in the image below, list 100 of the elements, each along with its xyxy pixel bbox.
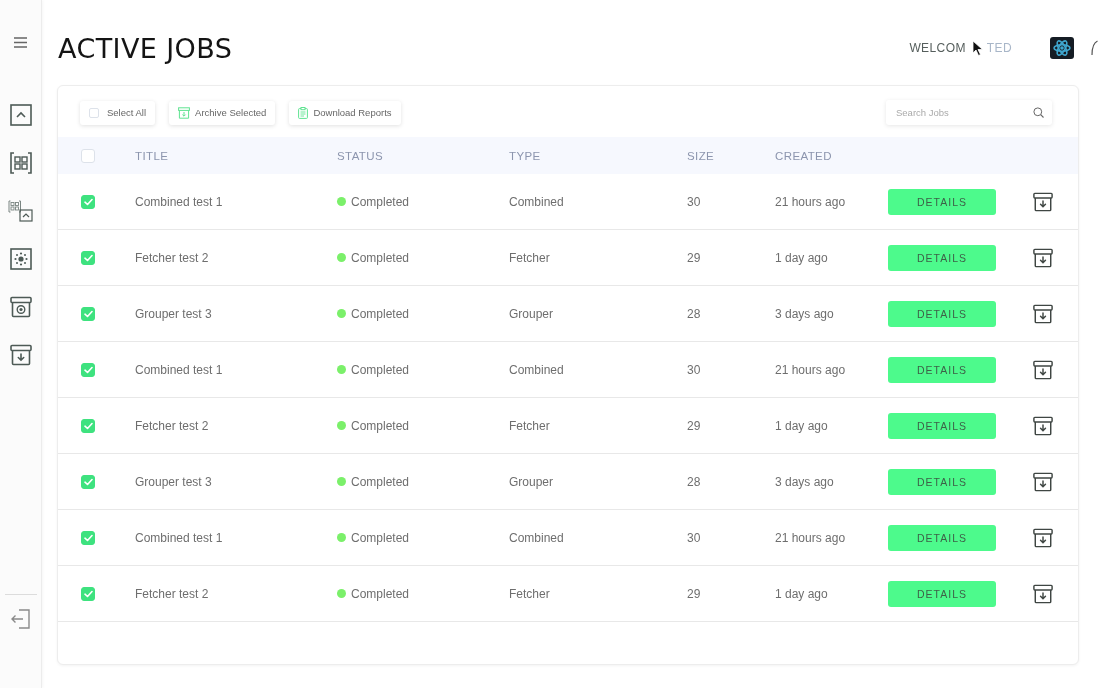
table-cell: Combined test 1 — [135, 362, 223, 377]
archive-icon — [178, 106, 191, 119]
table-cell: Fetcher test 2 — [135, 586, 209, 601]
archive-icon[interactable] — [1033, 471, 1053, 492]
table-cell: Fetcher — [509, 250, 550, 265]
table-cell: 21 hours ago — [775, 362, 846, 377]
archive-icon[interactable] — [1033, 303, 1053, 324]
cursor-icon — [971, 39, 985, 57]
header-checkbox[interactable] — [81, 148, 95, 163]
archive-selected-button[interactable]: Archive Selected — [169, 100, 276, 125]
logo-icon[interactable] — [1050, 37, 1074, 59]
details-button[interactable]: DETAILS — [888, 356, 996, 383]
table-cell: 30 — [687, 362, 701, 377]
archive-icon[interactable] — [1033, 583, 1053, 604]
archive-icon[interactable] — [1033, 527, 1053, 548]
table-cell: 3 days ago — [775, 474, 834, 489]
archive-icon[interactable] — [1033, 359, 1053, 380]
status-dot-icon — [337, 533, 346, 542]
logout-icon[interactable] — [10, 609, 31, 629]
table-cell: 21 hours ago — [775, 194, 846, 209]
status-dot-icon — [337, 253, 346, 262]
table-cell: 21 hours ago — [775, 530, 846, 545]
table-cell: 29 — [687, 250, 701, 265]
details-button[interactable]: DETAILS — [888, 188, 996, 215]
table-cell: 1 day ago — [775, 586, 828, 601]
table-cell: Combined test 1 — [135, 530, 223, 545]
archive-icon[interactable] — [1033, 247, 1053, 268]
archive-icon[interactable] — [1033, 191, 1053, 212]
column-header: CREATED — [775, 149, 832, 162]
search-field[interactable]: Search Jobs — [886, 100, 1052, 125]
details-button[interactable]: DETAILS — [888, 468, 996, 495]
grid-chevron-icon[interactable] — [8, 200, 33, 222]
table-cell: Combined — [509, 530, 564, 545]
details-button[interactable]: DETAILS — [888, 580, 996, 607]
status-text: Completed — [351, 362, 410, 377]
table-cell: 28 — [687, 474, 701, 489]
status-text: Completed — [351, 474, 410, 489]
details-button[interactable]: DETAILS — [888, 524, 996, 551]
row-checkbox[interactable] — [81, 306, 95, 321]
row-checkbox[interactable] — [81, 586, 95, 601]
column-header: TYPE — [509, 149, 541, 162]
table-cell: Combined — [509, 194, 564, 209]
status-dot-icon — [337, 421, 346, 430]
status-text: Completed — [351, 586, 410, 601]
status-text: Completed — [351, 306, 410, 321]
menu-icon[interactable] — [14, 37, 27, 48]
checkbox[interactable] — [89, 107, 99, 118]
archive-down-icon[interactable] — [9, 344, 32, 366]
table-cell: Grouper test 3 — [135, 474, 212, 489]
details-button[interactable]: DETAILS — [888, 412, 996, 439]
status-dot-icon — [337, 309, 346, 318]
table-cell: 3 days ago — [775, 306, 834, 321]
status-text: Completed — [351, 250, 410, 265]
row-checkbox[interactable] — [81, 474, 95, 489]
status-text: Completed — [351, 418, 410, 433]
details-button[interactable]: DETAILS — [888, 244, 996, 271]
chevron-up-square-icon[interactable] — [9, 104, 32, 126]
status-text: Completed — [351, 194, 410, 209]
table-cell: Fetcher test 2 — [135, 250, 209, 265]
table-cell: Combined — [509, 362, 564, 377]
details-button[interactable]: DETAILS — [888, 300, 996, 327]
status-dot-icon — [337, 477, 346, 486]
status-dot-icon — [337, 197, 346, 206]
download-reports-button[interactable]: Download Reports — [289, 100, 401, 125]
table-cell: Fetcher test 2 — [135, 418, 209, 433]
table-cell: 30 — [687, 530, 701, 545]
clipboard-icon — [298, 106, 309, 119]
table-cell: 1 day ago — [775, 250, 828, 265]
status-dot-icon — [337, 365, 346, 374]
row-checkbox[interactable] — [81, 194, 95, 209]
archive-target-icon[interactable] — [9, 296, 32, 318]
table-cell: Fetcher — [509, 418, 550, 433]
row-checkbox[interactable] — [81, 418, 95, 433]
grid-icon[interactable] — [9, 152, 32, 174]
row-checkbox[interactable] — [81, 530, 95, 545]
table-cell: 1 day ago — [775, 418, 828, 433]
table-cell: 29 — [687, 586, 701, 601]
status-text: Completed — [351, 530, 410, 545]
column-header: SIZE — [687, 149, 715, 162]
welcome-text-fragment: TED — [986, 41, 1012, 55]
table-cell: Grouper — [509, 474, 554, 489]
column-header: TITLE — [135, 149, 169, 162]
search-icon[interactable] — [1033, 107, 1044, 118]
table-cell: 28 — [687, 306, 701, 321]
arc-icon — [1091, 40, 1098, 56]
dots-square-icon[interactable] — [9, 248, 32, 270]
status-dot-icon — [337, 589, 346, 598]
table-cell: 29 — [687, 418, 701, 433]
table-cell: 30 — [687, 194, 701, 209]
row-checkbox[interactable] — [81, 250, 95, 265]
column-header: STATUS — [337, 149, 384, 162]
table-cell: Grouper test 3 — [135, 306, 212, 321]
row-checkbox[interactable] — [81, 362, 95, 377]
welcome-text: WELCOM — [909, 41, 966, 55]
table-cell: Combined test 1 — [135, 194, 223, 209]
table-cell: Grouper — [509, 306, 554, 321]
archive-icon[interactable] — [1033, 415, 1053, 436]
select-all-button[interactable]: Select All — [80, 100, 156, 125]
page-title: ACTIVE JOBS — [58, 32, 233, 64]
table-cell: Fetcher — [509, 586, 550, 601]
